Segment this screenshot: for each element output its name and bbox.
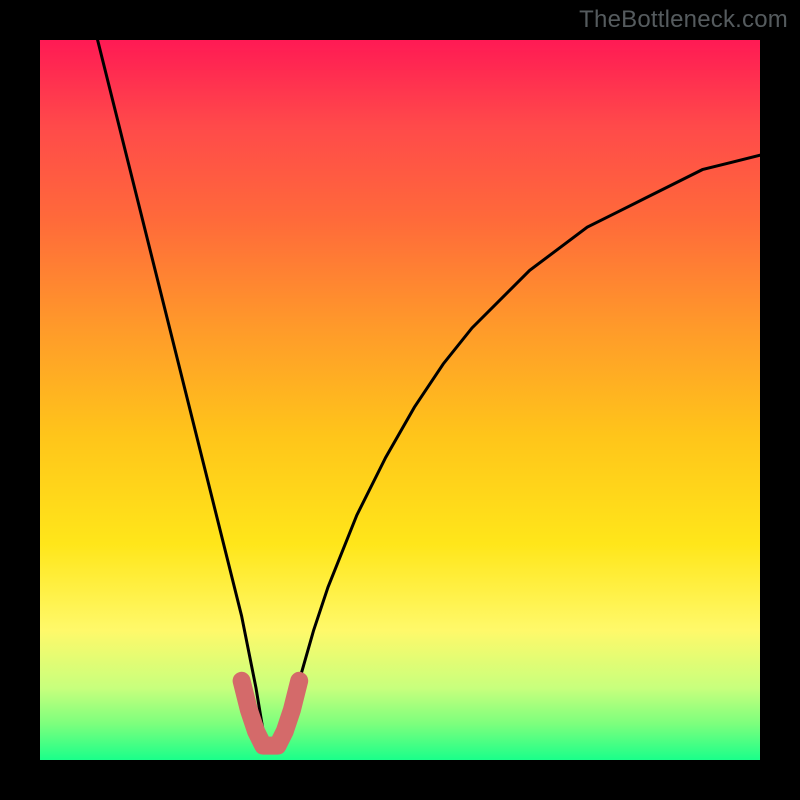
highlight-band bbox=[242, 681, 300, 746]
curve-svg bbox=[40, 40, 760, 760]
watermark-text: TheBottleneck.com bbox=[579, 6, 788, 34]
chart-frame: TheBottleneck.com bbox=[0, 0, 800, 800]
plot-area bbox=[40, 40, 760, 760]
bottleneck-curve bbox=[98, 40, 760, 746]
